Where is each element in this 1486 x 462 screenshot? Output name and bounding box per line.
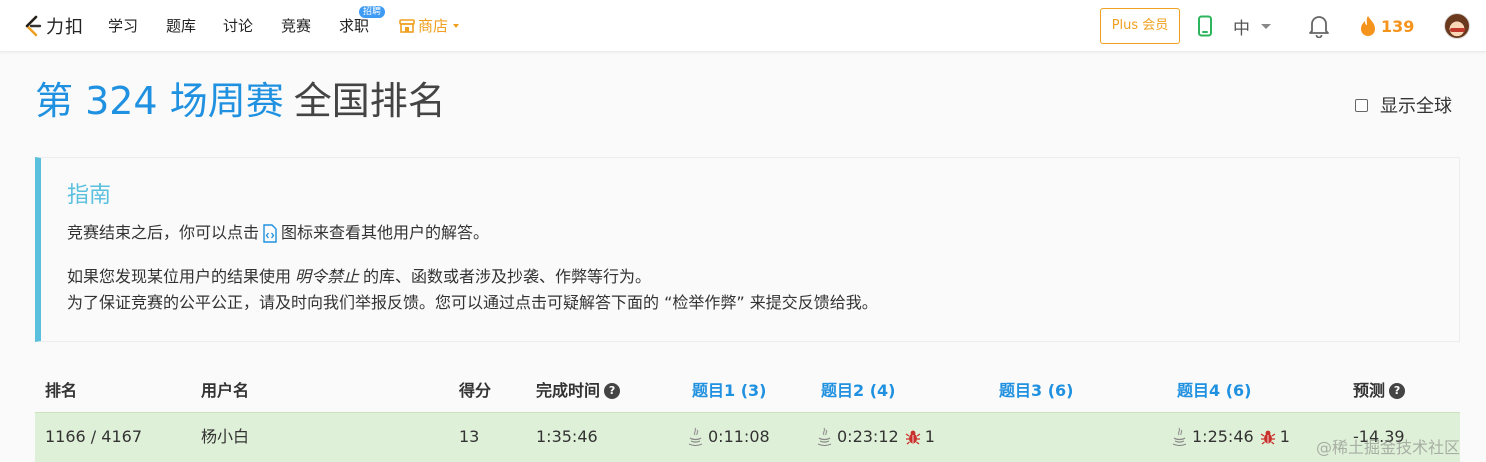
header-predict-label: 预测 bbox=[1353, 381, 1386, 400]
contest-name-link[interactable]: 第 324 场周赛 bbox=[35, 79, 284, 123]
user-avatar[interactable] bbox=[1444, 13, 1470, 39]
mobile-app-icon[interactable] bbox=[1197, 15, 1213, 37]
nav-item-discuss[interactable]: 讨论 bbox=[223, 17, 253, 35]
header-q2-link[interactable]: 题目2 (4) bbox=[821, 380, 895, 402]
header-q4-link[interactable]: 题目4 (6) bbox=[1177, 380, 1251, 402]
nav-item-jobs[interactable]: 求职 bbox=[339, 17, 369, 35]
java-icon[interactable] bbox=[687, 427, 704, 447]
view-code-icon bbox=[263, 223, 277, 243]
streak-count: 139 bbox=[1381, 16, 1415, 36]
cell-q4-time: 1:25:46 bbox=[1192, 427, 1254, 446]
cell-q4-bug-count: 1 bbox=[1279, 427, 1290, 446]
chevron-down-icon bbox=[453, 24, 460, 28]
plus-membership-button[interactable]: Plus 会员 bbox=[1100, 8, 1180, 44]
notification-bell-icon[interactable] bbox=[1308, 14, 1330, 38]
help-icon[interactable]: ? bbox=[1389, 383, 1406, 399]
cell-username-link[interactable]: 杨小白 bbox=[201, 426, 249, 448]
jobs-hiring-badge: 招聘 bbox=[359, 6, 386, 18]
top-navbar: 力扣 学习 题库 讨论 竞赛 求职 招聘 商店 Plus 会员 中 139 bbox=[0, 0, 1486, 52]
cell-finish-time: 1:35:46 bbox=[536, 427, 598, 446]
header-q3-link[interactable]: 题目3 (6) bbox=[999, 380, 1073, 402]
guide-line-2: 如果您发现某位用户的结果使用 明令禁止 的库、函数或者涉及抄袭、作弊等行为。 bbox=[67, 266, 651, 288]
java-icon[interactable] bbox=[816, 427, 833, 447]
cell-q2-bug-count: 1 bbox=[924, 427, 935, 446]
leetcode-logo-icon bbox=[25, 15, 42, 37]
header-finish-time-label: 完成时间 bbox=[536, 381, 601, 400]
shop-icon bbox=[399, 19, 415, 33]
guide-panel: 指南 竞赛结束之后，你可以点击 图标来查看其他用户的解答。 如果您发现某位用户的… bbox=[35, 157, 1460, 342]
streak-counter[interactable]: 139 bbox=[1359, 15, 1414, 37]
header-finish-time: 完成时间 ? bbox=[536, 380, 621, 402]
fire-icon bbox=[1361, 16, 1375, 36]
guide-line-3: 为了保证竞赛的公平公正，请及时向我们举报反馈。您可以通过点击可疑解答下面的 “检… bbox=[67, 293, 878, 312]
java-icon[interactable] bbox=[1171, 427, 1188, 447]
show-global-checkbox[interactable] bbox=[1355, 98, 1368, 112]
header-rank: 排名 bbox=[45, 381, 78, 400]
show-global-label: 显示全球 bbox=[1380, 96, 1452, 117]
leetcode-logo[interactable]: 力扣 bbox=[23, 14, 84, 38]
watermark: @稀土掘金技术社区 bbox=[1316, 438, 1461, 457]
guide-line-2-emphasis: 明令禁止 bbox=[295, 267, 360, 286]
language-switcher[interactable]: 中 bbox=[1233, 14, 1271, 39]
cell-q1-time: 0:11:08 bbox=[708, 427, 770, 446]
cell-q2[interactable]: 0:23:12 1 bbox=[816, 426, 935, 448]
nav-item-contest[interactable]: 竞赛 bbox=[281, 17, 311, 35]
header-username: 用户名 bbox=[201, 381, 250, 400]
nav-item-shop[interactable]: 商店 bbox=[399, 17, 460, 35]
cell-rank: 1166 / 4167 bbox=[45, 427, 142, 446]
help-icon[interactable]: ? bbox=[604, 383, 621, 399]
show-global-toggle[interactable]: 显示全球 bbox=[1355, 92, 1452, 118]
cell-q2-time: 0:23:12 bbox=[837, 427, 899, 446]
header-q1-link[interactable]: 题目1 (3) bbox=[692, 380, 766, 402]
page-title: 第 324 场周赛 全国排名 bbox=[35, 78, 446, 124]
nav-item-learn[interactable]: 学习 bbox=[108, 17, 138, 35]
bug-icon bbox=[1260, 430, 1276, 445]
guide-line-1: 竞赛结束之后，你可以点击 图标来查看其他用户的解答。 bbox=[67, 222, 489, 244]
cell-score: 13 bbox=[459, 427, 480, 446]
language-label: 中 bbox=[1233, 19, 1250, 39]
page-subtitle: 全国排名 bbox=[293, 79, 446, 123]
guide-line-1-a: 竞赛结束之后，你可以点击 bbox=[67, 223, 260, 242]
cell-q4[interactable]: 1:25:46 1 bbox=[1171, 426, 1290, 448]
guide-line-2-b: 的库、函数或者涉及抄袭、作弊等行为。 bbox=[363, 267, 652, 286]
cell-q1[interactable]: 0:11:08 bbox=[687, 426, 770, 448]
chevron-down-icon bbox=[1261, 24, 1271, 29]
shop-label: 商店 bbox=[418, 17, 449, 35]
nav-item-problemset[interactable]: 题库 bbox=[166, 17, 196, 35]
header-score: 得分 bbox=[459, 381, 492, 400]
bug-icon bbox=[905, 430, 921, 445]
header-predict: 预测 ? bbox=[1353, 380, 1406, 402]
logo-text: 力扣 bbox=[46, 17, 84, 38]
guide-line-2-a: 如果您发现某位用户的结果使用 bbox=[67, 267, 292, 286]
guide-line-1-b: 图标来查看其他用户的解答。 bbox=[281, 223, 490, 242]
guide-title: 指南 bbox=[67, 183, 112, 208]
